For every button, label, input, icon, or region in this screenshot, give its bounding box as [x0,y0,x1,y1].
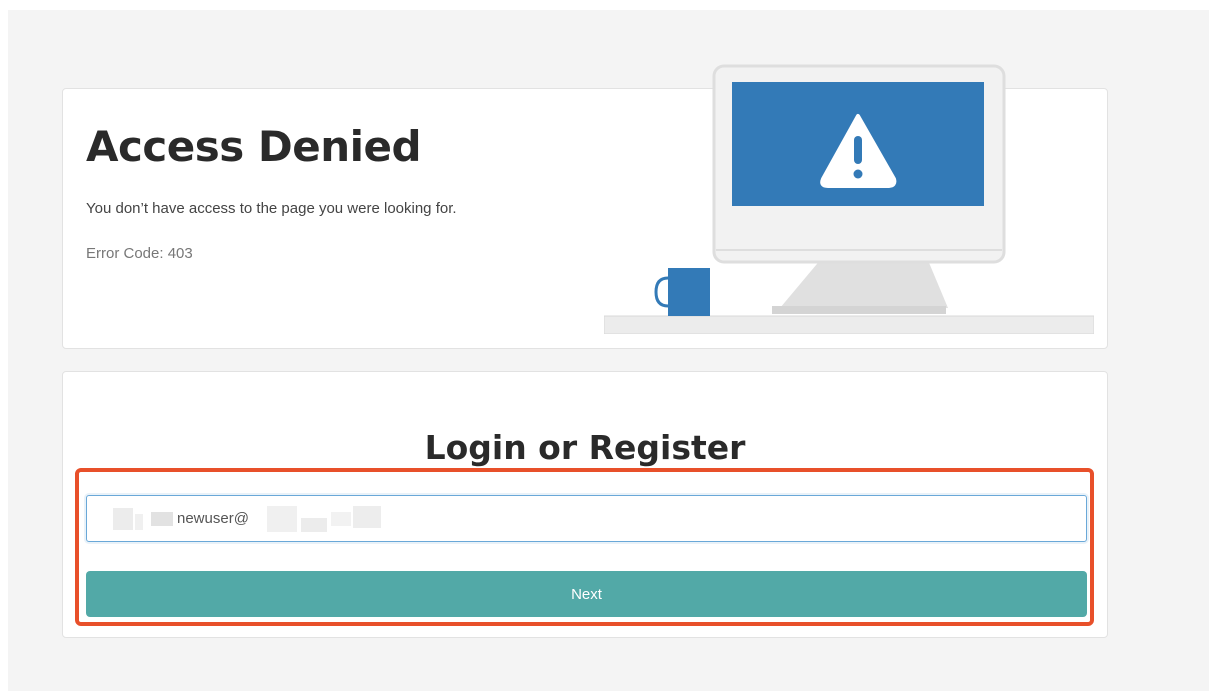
error-code: Error Code: 403 [86,245,193,262]
error-illustration [604,64,1094,334]
monitor-base [772,306,946,314]
login-title: Login or Register [424,428,746,467]
error-message: You don’t have access to the page you we… [86,200,457,217]
mug-icon [654,268,710,316]
page-title: Access Denied [86,122,422,171]
highlight-box [75,468,1094,626]
desk-surface [604,315,1094,334]
